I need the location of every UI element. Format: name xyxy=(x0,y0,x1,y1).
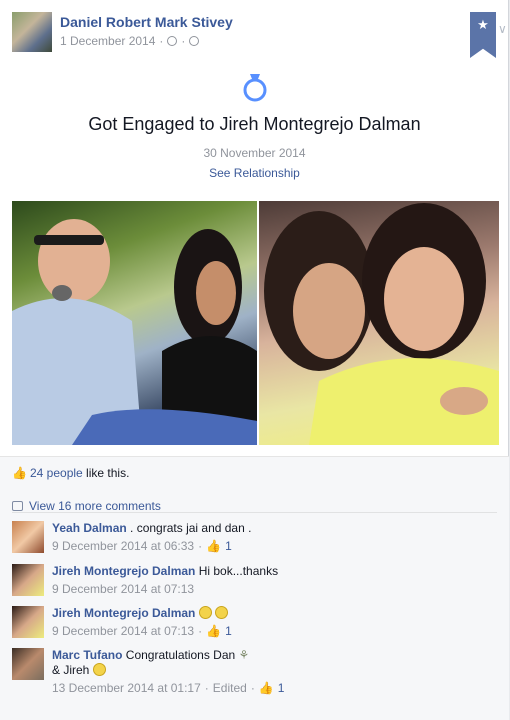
author-avatar[interactable] xyxy=(12,12,52,52)
comment-like-count[interactable]: 1 xyxy=(225,624,232,639)
comment-like-icon[interactable]: 👍 xyxy=(206,624,221,639)
smiley-emoji-icon xyxy=(215,606,229,619)
like-thumb-icon: 👍 xyxy=(12,466,27,480)
meta-separator-2: · xyxy=(250,681,255,695)
likes-count-link[interactable]: 24 people xyxy=(30,466,83,480)
comment-body: Jireh Montegrejo Dalman 9 December 2014 … xyxy=(52,606,492,639)
smiley-emoji-icon xyxy=(92,663,106,676)
chevron-down-icon[interactable]: ∨ xyxy=(498,22,507,36)
comment-meta: 9 December 2014 at 07:13 · 👍 1 xyxy=(52,624,492,639)
likes-bar: 👍 24 people like this. xyxy=(0,456,509,488)
smiley-emoji-icon xyxy=(198,606,212,619)
comment-like-icon[interactable]: 👍 xyxy=(259,681,274,696)
comment-body: Yeah Dalman . congrats jai and dan . 9 D… xyxy=(52,521,492,554)
meta-separator: · xyxy=(204,681,209,695)
commenter-name[interactable]: Jireh Montegrejo Dalman xyxy=(52,564,195,578)
comment-text: Congratulations Dan xyxy=(122,648,236,662)
commenter-name[interactable]: Marc Tufano xyxy=(52,648,122,662)
commenter-avatar[interactable] xyxy=(12,648,44,680)
divider xyxy=(12,512,497,513)
view-more-comments-label[interactable]: View 16 more comments xyxy=(29,499,161,513)
post-header: Daniel Robert Mark Stivey 1 December 201… xyxy=(12,12,507,58)
comment-icon xyxy=(12,501,23,511)
comment-time[interactable]: 9 December 2014 at 07:13 xyxy=(52,624,194,639)
comment-meta: 13 December 2014 at 01:17 · Edited · 👍 1 xyxy=(52,681,492,696)
life-event-date: 30 November 2014 xyxy=(203,146,306,160)
meta-separator: · xyxy=(198,624,203,638)
commenter-avatar[interactable] xyxy=(12,606,44,638)
clock-icon xyxy=(167,36,178,46)
comment-like-count[interactable]: 1 xyxy=(225,539,232,554)
commenter-name[interactable]: Yeah Dalman xyxy=(52,521,127,535)
meta-separator: · xyxy=(198,539,203,553)
photo-two-girls[interactable] xyxy=(259,201,499,445)
life-event-title: Got Engaged to Jireh Montegrejo Dalman xyxy=(88,114,421,134)
comments-section: View 16 more comments Yeah Dalman . cong… xyxy=(0,488,509,720)
comment-body: Jireh Montegrejo Dalman Hi bok...thanks … xyxy=(52,564,492,597)
highlight-star-icon[interactable]: ★ xyxy=(470,12,496,58)
comment-text: Hi bok...thanks xyxy=(195,564,279,578)
post-date[interactable]: 1 December 2014 xyxy=(60,34,155,48)
commenter-avatar[interactable] xyxy=(12,521,44,553)
comment-like-count[interactable]: 1 xyxy=(278,681,285,696)
flower-emoji-icon: ⚘ xyxy=(238,648,250,662)
likes-suffix: like this. xyxy=(82,466,130,480)
edited-label[interactable]: Edited xyxy=(213,681,247,696)
comment-like-icon[interactable]: 👍 xyxy=(206,539,221,554)
ring-icon xyxy=(243,74,267,102)
globe-icon[interactable] xyxy=(189,36,200,46)
comment-body: Marc Tufano Congratulations Dan ⚘ & Jire… xyxy=(52,648,492,696)
view-more-comments[interactable]: View 16 more comments xyxy=(12,499,161,513)
commenter-avatar[interactable] xyxy=(12,564,44,596)
comment-meta: 9 December 2014 at 06:33 · 👍 1 xyxy=(52,539,492,554)
comment-meta: 9 December 2014 at 07:13 xyxy=(52,582,492,597)
likes-summary: 24 people like this. xyxy=(30,466,129,480)
photo-man-with-microphone[interactable] xyxy=(12,201,257,445)
meta-separator-2: · xyxy=(181,34,186,48)
post-card: Daniel Robert Mark Stivey 1 December 201… xyxy=(0,0,509,720)
comment-text-line-2: & Jireh xyxy=(52,663,90,677)
comment-text: . congrats jai and dan . xyxy=(126,521,252,535)
meta-separator: · xyxy=(159,34,164,48)
comment-time[interactable]: 9 December 2014 at 07:13 xyxy=(52,582,194,597)
comment-time[interactable]: 9 December 2014 at 06:33 xyxy=(52,539,194,554)
comment-time[interactable]: 13 December 2014 at 01:17 xyxy=(52,681,201,696)
author-name[interactable]: Daniel Robert Mark Stivey xyxy=(60,14,233,30)
see-relationship-link[interactable]: See Relationship xyxy=(0,166,509,180)
post-meta: 1 December 2014 · · xyxy=(60,34,200,48)
commenter-name[interactable]: Jireh Montegrejo Dalman xyxy=(52,606,195,620)
